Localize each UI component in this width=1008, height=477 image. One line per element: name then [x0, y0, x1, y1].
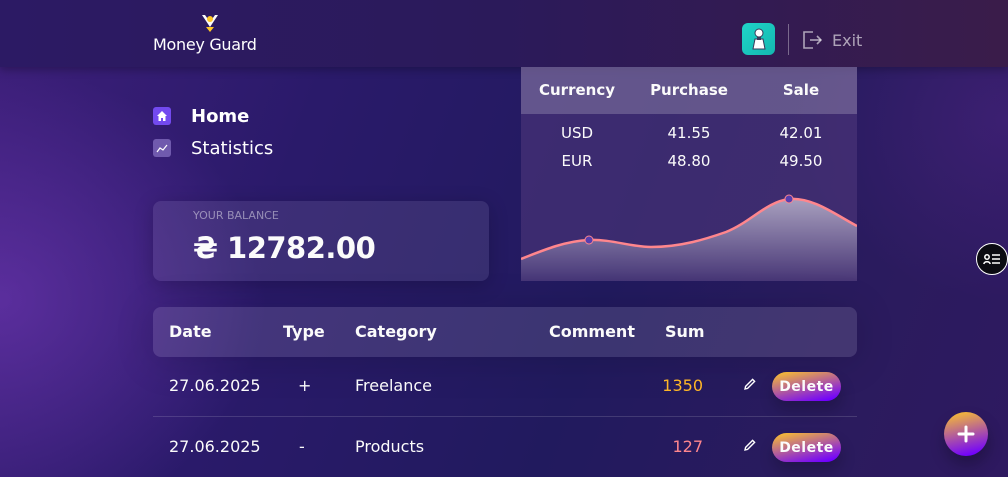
- sidebar-nav: Home Statistics: [153, 104, 273, 168]
- row-category: Freelance: [355, 376, 432, 395]
- logo-icon: [202, 15, 218, 32]
- nav-label-home: Home: [191, 105, 250, 127]
- currency-panel: Currency Purchase Sale USD 41.55 42.01 E…: [521, 67, 857, 281]
- logo[interactable]: Money Guard: [153, 11, 269, 55]
- balance-value: ₴ 12782.00: [193, 231, 376, 265]
- currency-header: Currency Purchase Sale: [521, 67, 857, 114]
- app-header: Money Guard Exit: [0, 0, 1008, 67]
- table-row: 27.06.2025 - Products 127 Delete: [153, 418, 857, 477]
- table-row: 27.06.2025 + Freelance 1350 Delete: [153, 357, 857, 417]
- header-divider: [788, 24, 789, 55]
- assistant-toggle-button[interactable]: [976, 243, 1008, 275]
- plus-icon: [957, 425, 975, 443]
- exit-button[interactable]: Exit: [800, 28, 862, 52]
- chart-point-usd: [584, 235, 594, 245]
- edit-icon[interactable]: [743, 438, 757, 452]
- column-header-sum: Sum: [665, 322, 705, 341]
- add-transaction-button[interactable]: [944, 412, 988, 456]
- currency-sale: 42.01: [779, 124, 823, 142]
- avatar-icon: [751, 28, 766, 50]
- currency-code: USD: [560, 124, 594, 142]
- transactions-header: Date Type Category Comment Sum: [153, 307, 857, 357]
- currency-purchase: 41.55: [667, 124, 711, 142]
- row-type: +: [298, 376, 312, 395]
- row-date: 27.06.2025: [169, 376, 261, 395]
- row-category: Products: [355, 437, 425, 456]
- currency-sale: 49.50: [779, 152, 823, 170]
- row-sum: 1350: [662, 376, 703, 395]
- delete-button[interactable]: Delete: [772, 372, 841, 401]
- row-sum: 127: [672, 437, 703, 456]
- delete-button[interactable]: Delete: [772, 433, 841, 462]
- exit-label: Exit: [832, 30, 863, 50]
- app-name: Money Guard: [153, 35, 257, 54]
- nav-item-statistics[interactable]: Statistics: [153, 136, 273, 160]
- balance-label: YOUR BALANCE: [193, 209, 279, 222]
- row-date: 27.06.2025: [169, 437, 261, 456]
- currency-code: EUR: [561, 152, 593, 170]
- currency-purchase: 48.80: [667, 152, 711, 170]
- home-icon: [153, 107, 171, 125]
- row-type: -: [299, 437, 305, 456]
- nav-label-statistics: Statistics: [191, 137, 274, 159]
- chart-point-eur: [784, 194, 794, 204]
- column-header-date: Date: [169, 322, 212, 341]
- user-avatar[interactable]: [742, 23, 775, 55]
- list-person-icon: [983, 254, 1000, 265]
- column-header-type: Type: [283, 322, 325, 341]
- currency-header-purchase: Purchase: [650, 81, 728, 99]
- currency-header-sale: Sale: [782, 81, 820, 99]
- exit-icon: [803, 31, 823, 49]
- chart-icon: [153, 139, 171, 157]
- column-header-comment: Comment: [549, 322, 635, 341]
- currency-header-currency: Currency: [538, 81, 615, 99]
- column-header-category: Category: [355, 322, 437, 341]
- edit-icon[interactable]: [743, 377, 757, 391]
- balance-card: YOUR BALANCE ₴ 12782.00: [153, 201, 489, 281]
- nav-item-home[interactable]: Home: [153, 104, 273, 128]
- chart-area: [521, 198, 857, 281]
- currency-chart: [521, 194, 857, 281]
